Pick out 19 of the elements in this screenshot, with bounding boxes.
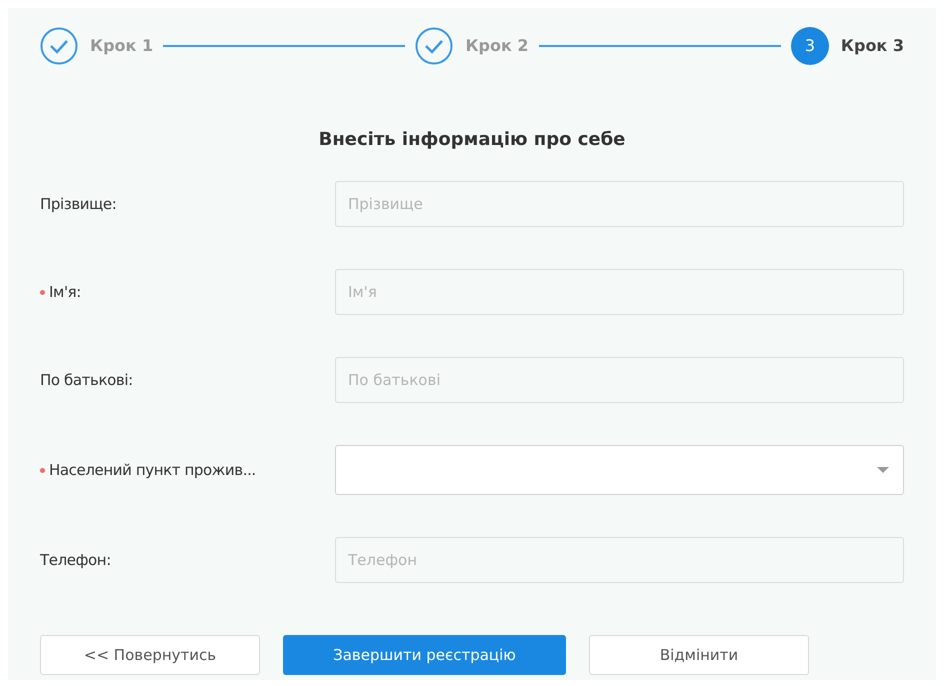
- submit-button[interactable]: Завершити реєстрацію: [283, 635, 566, 675]
- text-field[interactable]: По батькові: [335, 357, 904, 403]
- field-label: По батькові:: [40, 370, 133, 391]
- field-label: Ім'я:: [49, 282, 81, 303]
- step-label: Крок 2: [465, 35, 529, 57]
- dropdown-field[interactable]: [335, 445, 904, 495]
- step-label: Крок 3: [840, 35, 904, 57]
- field-label: Прізвище:: [40, 194, 116, 215]
- caret-icon: [877, 467, 889, 473]
- secondary-button[interactable]: << Повернутись: [40, 635, 260, 675]
- text-field[interactable]: Прізвище: [335, 181, 904, 227]
- text-field[interactable]: Телефон: [335, 537, 904, 583]
- field-label: Телефон:: [40, 550, 111, 571]
- text-field[interactable]: Ім'я: [335, 269, 904, 315]
- field-label: Населений пункт прожив...: [49, 460, 256, 481]
- step-label: Крок 1: [90, 35, 154, 57]
- step-number: 3: [790, 27, 829, 65]
- form-title: Внесіть інформацію про себе: [318, 128, 626, 152]
- secondary-button[interactable]: Відмінити: [589, 635, 809, 675]
